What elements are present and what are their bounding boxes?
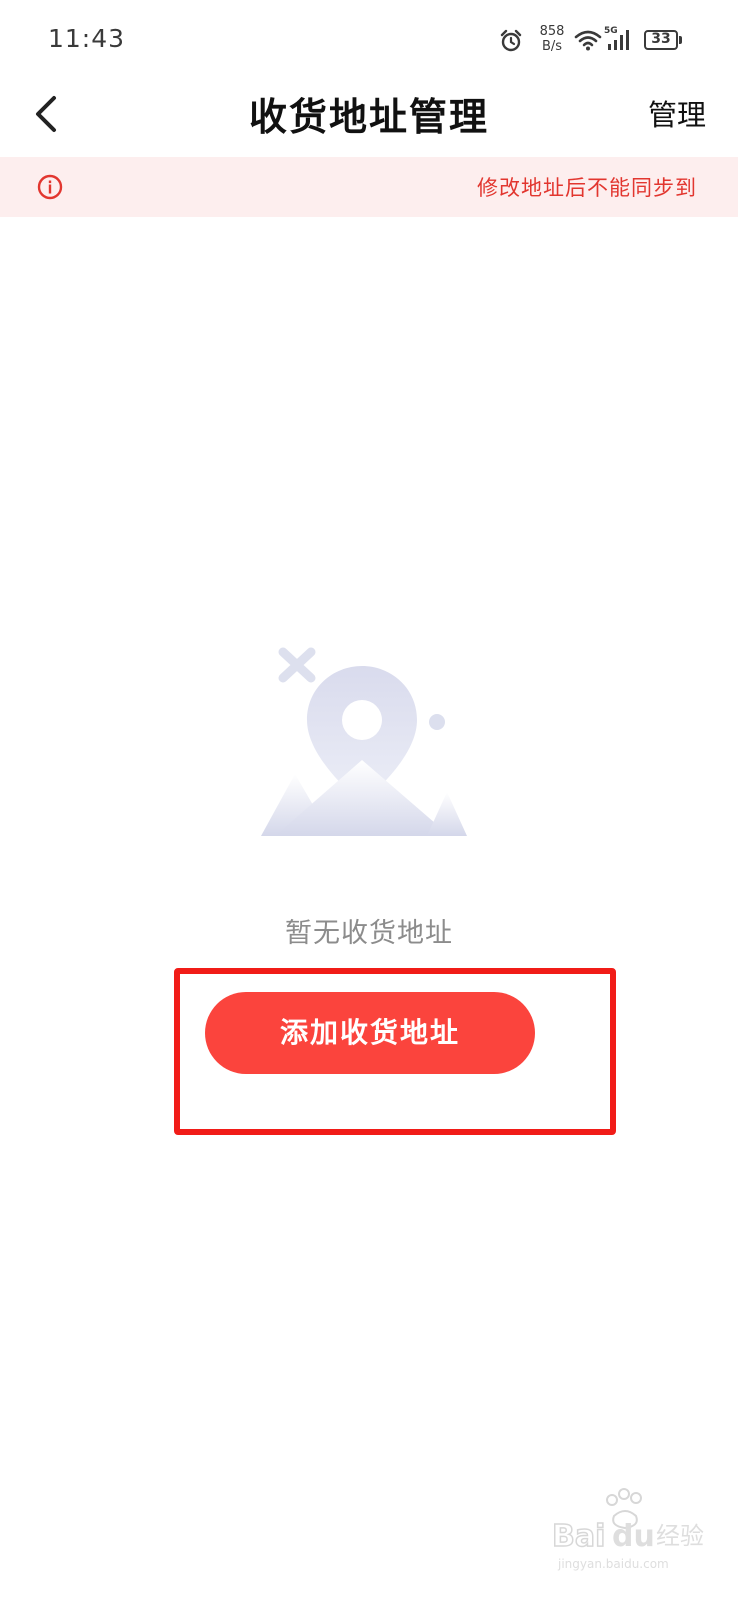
signal-icon bbox=[606, 30, 630, 54]
manage-button[interactable]: 管理 bbox=[648, 92, 706, 134]
status-time: 11:43 bbox=[48, 24, 126, 53]
battery-icon: 33 bbox=[644, 30, 678, 50]
network-speed: 858 B/s bbox=[536, 24, 568, 54]
page-title: 收货地址管理 bbox=[248, 95, 489, 139]
notice-banner: 修改地址后不能同步到 bbox=[0, 157, 738, 217]
battery-level: 33 bbox=[651, 31, 671, 47]
wifi-icon bbox=[574, 29, 602, 55]
battery-cap bbox=[679, 36, 682, 44]
add-address-button[interactable]: 添加收货地址 bbox=[205, 992, 535, 1074]
network-speed-unit: B/s bbox=[541, 39, 563, 54]
svg-text:Bai: Bai bbox=[552, 1519, 605, 1554]
status-bar: 11:43 858 B/s 5G 33 bbox=[0, 0, 738, 84]
alarm-icon bbox=[499, 29, 523, 57]
location-pin-illustration bbox=[255, 640, 485, 850]
info-icon bbox=[37, 174, 63, 200]
svg-text:jingyan.baidu.com: jingyan.baidu.com bbox=[557, 1557, 669, 1571]
empty-message: 暂无收货地址 bbox=[285, 918, 453, 949]
baidu-jingyan-watermark: Bai du 经验 jingyan.baidu.com bbox=[540, 1486, 720, 1576]
notice-text: 修改地址后不能同步到 bbox=[477, 176, 697, 200]
network-speed-value: 858 bbox=[539, 24, 565, 39]
svg-text:经验: 经验 bbox=[656, 1522, 704, 1550]
svg-text:du: du bbox=[612, 1519, 655, 1554]
